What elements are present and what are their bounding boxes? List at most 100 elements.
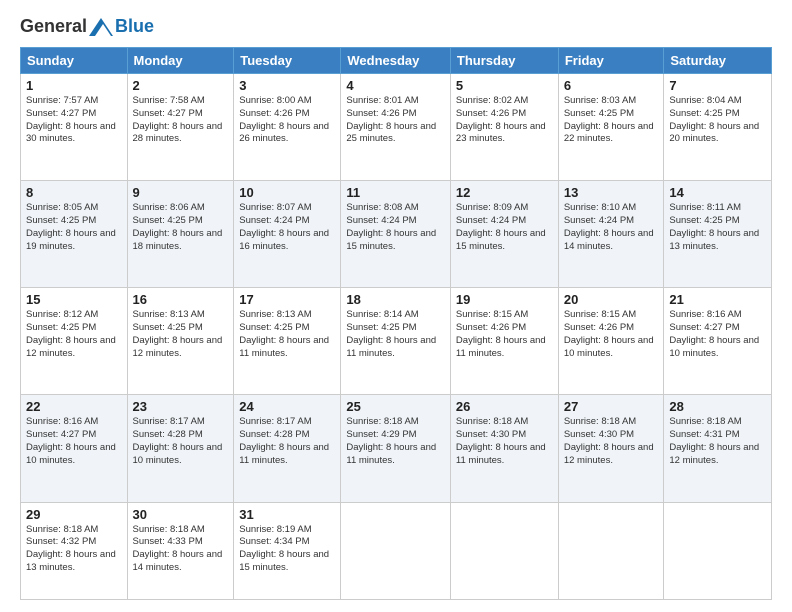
logo: General Blue <box>20 16 154 37</box>
day-number: 8 <box>26 185 122 200</box>
calendar-cell: 12 Sunrise: 8:09 AMSunset: 4:24 PMDayligh… <box>450 181 558 288</box>
calendar-cell: 14 Sunrise: 8:11 AMSunset: 4:25 PMDayligh… <box>664 181 772 288</box>
calendar-cell: 4 Sunrise: 8:01 AMSunset: 4:26 PMDaylight… <box>341 74 451 181</box>
calendar-cell: 15 Sunrise: 8:12 AMSunset: 4:25 PMDayligh… <box>21 288 128 395</box>
day-number: 19 <box>456 292 553 307</box>
day-of-week-header: Monday <box>127 48 234 74</box>
day-info: Sunrise: 8:15 AMSunset: 4:26 PMDaylight:… <box>456 309 553 360</box>
day-of-week-header: Wednesday <box>341 48 451 74</box>
calendar-cell: 2 Sunrise: 7:58 AMSunset: 4:27 PMDaylight… <box>127 74 234 181</box>
calendar-cell: 7 Sunrise: 8:04 AMSunset: 4:25 PMDaylight… <box>664 74 772 181</box>
day-info: Sunrise: 8:10 AMSunset: 4:24 PMDaylight:… <box>564 202 659 253</box>
day-number: 1 <box>26 78 122 93</box>
day-number: 2 <box>133 78 229 93</box>
day-number: 3 <box>239 78 335 93</box>
day-number: 14 <box>669 185 766 200</box>
calendar-cell: 27Sunrise: 8:18 AMSunset: 4:30 PMDayligh… <box>558 395 664 502</box>
day-info: Sunrise: 8:03 AMSunset: 4:25 PMDaylight:… <box>564 95 659 146</box>
day-info: Sunrise: 8:13 AMSunset: 4:25 PMDaylight:… <box>239 309 335 360</box>
calendar-cell <box>664 502 772 599</box>
calendar-cell: 6Sunrise: 8:03 AMSunset: 4:25 PMDaylight… <box>558 74 664 181</box>
logo-icon <box>89 18 113 36</box>
day-info: Sunrise: 8:18 AMSunset: 4:31 PMDaylight:… <box>669 416 766 467</box>
day-info: Sunrise: 8:18 AMSunset: 4:30 PMDaylight:… <box>564 416 659 467</box>
day-info: Sunrise: 8:14 AMSunset: 4:25 PMDaylight:… <box>346 309 445 360</box>
day-info: Sunrise: 7:58 AMSunset: 4:27 PMDaylight:… <box>133 95 229 146</box>
day-info: Sunrise: 8:16 AMSunset: 4:27 PMDaylight:… <box>669 309 766 360</box>
day-of-week-header: Tuesday <box>234 48 341 74</box>
day-of-week-header: Thursday <box>450 48 558 74</box>
header: General Blue <box>20 16 772 37</box>
day-info: Sunrise: 8:09 AMSunset: 4:24 PMDaylight:… <box>456 202 553 253</box>
day-info: Sunrise: 8:19 AMSunset: 4:34 PMDaylight:… <box>239 524 335 575</box>
day-info: Sunrise: 8:16 AMSunset: 4:27 PMDaylight:… <box>26 416 122 467</box>
day-number: 24 <box>239 399 335 414</box>
day-number: 12 <box>456 185 553 200</box>
calendar-cell: 23Sunrise: 8:17 AMSunset: 4:28 PMDayligh… <box>127 395 234 502</box>
day-of-week-header: Saturday <box>664 48 772 74</box>
day-number: 15 <box>26 292 122 307</box>
day-number: 28 <box>669 399 766 414</box>
day-number: 17 <box>239 292 335 307</box>
day-info: Sunrise: 8:04 AMSunset: 4:25 PMDaylight:… <box>669 95 766 146</box>
calendar-cell: 16 Sunrise: 8:13 AMSunset: 4:25 PMDayligh… <box>127 288 234 395</box>
calendar-cell: 11 Sunrise: 8:08 AMSunset: 4:24 PMDayligh… <box>341 181 451 288</box>
day-info: Sunrise: 8:18 AMSunset: 4:32 PMDaylight:… <box>26 524 122 575</box>
day-info: Sunrise: 8:01 AMSunset: 4:26 PMDaylight:… <box>346 95 445 146</box>
day-of-week-header: Sunday <box>21 48 128 74</box>
day-number: 11 <box>346 185 445 200</box>
day-number: 25 <box>346 399 445 414</box>
day-info: Sunrise: 8:07 AMSunset: 4:24 PMDaylight:… <box>239 202 335 253</box>
day-info: Sunrise: 8:08 AMSunset: 4:24 PMDaylight:… <box>346 202 445 253</box>
day-info: Sunrise: 8:18 AMSunset: 4:33 PMDaylight:… <box>133 524 229 575</box>
logo-general-text: General <box>20 16 87 37</box>
day-number: 18 <box>346 292 445 307</box>
day-of-week-header: Friday <box>558 48 664 74</box>
day-number: 22 <box>26 399 122 414</box>
day-number: 26 <box>456 399 553 414</box>
calendar-cell: 18 Sunrise: 8:14 AMSunset: 4:25 PMDayligh… <box>341 288 451 395</box>
day-number: 29 <box>26 507 122 522</box>
day-number: 13 <box>564 185 659 200</box>
calendar-cell: 17 Sunrise: 8:13 AMSunset: 4:25 PMDayligh… <box>234 288 341 395</box>
calendar-cell: 9 Sunrise: 8:06 AMSunset: 4:25 PMDaylight… <box>127 181 234 288</box>
day-number: 20 <box>564 292 659 307</box>
calendar-cell <box>558 502 664 599</box>
calendar-cell: 5Sunrise: 8:02 AMSunset: 4:26 PMDaylight… <box>450 74 558 181</box>
day-number: 5 <box>456 78 553 93</box>
calendar-cell: 25 Sunrise: 8:18 AMSunset: 4:29 PMDayligh… <box>341 395 451 502</box>
page: General Blue SundayMondayTuesdayWednesda… <box>0 0 792 612</box>
day-number: 16 <box>133 292 229 307</box>
calendar-cell <box>450 502 558 599</box>
day-number: 30 <box>133 507 229 522</box>
calendar-cell: 19 Sunrise: 8:15 AMSunset: 4:26 PMDayligh… <box>450 288 558 395</box>
day-number: 23 <box>133 399 229 414</box>
logo-blue-text: Blue <box>115 16 154 37</box>
calendar-cell: 29 Sunrise: 8:18 AMSunset: 4:32 PMDayligh… <box>21 502 128 599</box>
day-number: 7 <box>669 78 766 93</box>
day-info: Sunrise: 7:57 AMSunset: 4:27 PMDaylight:… <box>26 95 122 146</box>
day-number: 31 <box>239 507 335 522</box>
calendar-cell <box>341 502 451 599</box>
calendar-cell: 3 Sunrise: 8:00 AMSunset: 4:26 PMDaylight… <box>234 74 341 181</box>
calendar-cell: 21 Sunrise: 8:16 AMSunset: 4:27 PMDayligh… <box>664 288 772 395</box>
day-info: Sunrise: 8:18 AMSunset: 4:29 PMDaylight:… <box>346 416 445 467</box>
day-info: Sunrise: 8:06 AMSunset: 4:25 PMDaylight:… <box>133 202 229 253</box>
day-info: Sunrise: 8:12 AMSunset: 4:25 PMDaylight:… <box>26 309 122 360</box>
day-info: Sunrise: 8:05 AMSunset: 4:25 PMDaylight:… <box>26 202 122 253</box>
day-info: Sunrise: 8:11 AMSunset: 4:25 PMDaylight:… <box>669 202 766 253</box>
calendar-cell: 10 Sunrise: 8:07 AMSunset: 4:24 PMDayligh… <box>234 181 341 288</box>
day-number: 4 <box>346 78 445 93</box>
day-info: Sunrise: 8:17 AMSunset: 4:28 PMDaylight:… <box>239 416 335 467</box>
calendar-cell: 20 Sunrise: 8:15 AMSunset: 4:26 PMDayligh… <box>558 288 664 395</box>
day-number: 9 <box>133 185 229 200</box>
day-number: 21 <box>669 292 766 307</box>
calendar-cell: 30 Sunrise: 8:18 AMSunset: 4:33 PMDayligh… <box>127 502 234 599</box>
day-info: Sunrise: 8:15 AMSunset: 4:26 PMDaylight:… <box>564 309 659 360</box>
day-number: 10 <box>239 185 335 200</box>
calendar-cell: 31 Sunrise: 8:19 AMSunset: 4:34 PMDayligh… <box>234 502 341 599</box>
calendar-cell: 1 Sunrise: 7:57 AMSunset: 4:27 PMDaylight… <box>21 74 128 181</box>
day-info: Sunrise: 8:13 AMSunset: 4:25 PMDaylight:… <box>133 309 229 360</box>
calendar-cell: 24 Sunrise: 8:17 AMSunset: 4:28 PMDayligh… <box>234 395 341 502</box>
day-info: Sunrise: 8:00 AMSunset: 4:26 PMDaylight:… <box>239 95 335 146</box>
